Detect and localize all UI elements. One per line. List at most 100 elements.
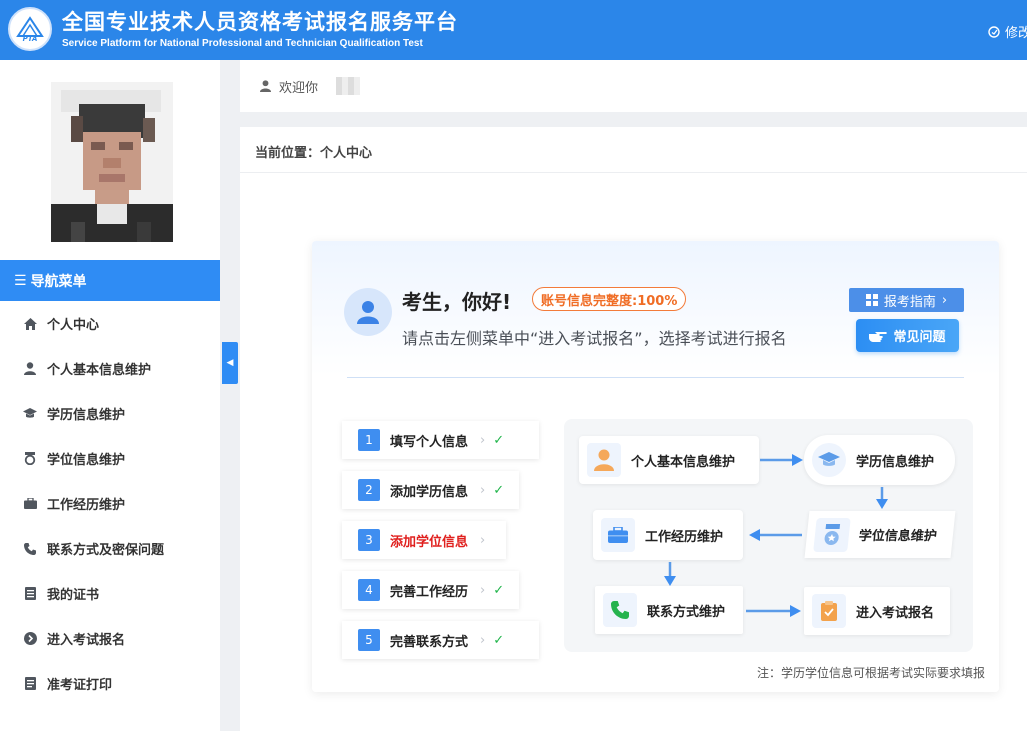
sidebar-item-work[interactable]: 工作经历维护 xyxy=(0,481,220,526)
sidebar-item-label: 我的证书 xyxy=(47,588,100,603)
caret-left-icon: ◀ xyxy=(226,358,234,368)
chevron-right-icon: › xyxy=(480,482,486,498)
chevron-right-icon: › xyxy=(480,432,486,448)
arrow-circle-icon xyxy=(23,632,37,646)
site-subtitle: Service Platform for National Profession… xyxy=(62,38,423,49)
sidebar-item-contact[interactable]: 联系方式及密保问题 xyxy=(0,526,220,571)
edit-label: 修改 xyxy=(1005,26,1027,41)
user-icon xyxy=(260,80,271,92)
flow-node-work[interactable]: 工作经历维护 xyxy=(593,510,743,560)
process-flow: 个人基本信息维护 学历信息维护 工作经历维护 学位信息维护 联系方式维护 进入考… xyxy=(564,419,973,652)
breadcrumb-divider xyxy=(240,172,1027,173)
flow-node-label: 个人基本信息维护 xyxy=(631,454,736,470)
chevron-right-icon: › xyxy=(941,292,948,308)
welcome-text: 欢迎你 xyxy=(279,80,319,96)
card-divider xyxy=(347,377,964,378)
sidebar-item-degree[interactable]: 学位信息维护 xyxy=(0,436,220,481)
exam-guide-label: 报考指南 xyxy=(883,294,936,310)
exam-guide-button[interactable]: 报考指南 › xyxy=(849,288,964,312)
step-item-2[interactable]: 2 添加学历信息 › ✓ xyxy=(342,471,519,509)
sidebar-item-education[interactable]: 学历信息维护 xyxy=(0,391,220,436)
arrow-down-icon xyxy=(876,487,888,509)
person-icon xyxy=(587,443,621,477)
arrow-down-icon xyxy=(664,562,676,586)
flow-node-label: 学位信息维护 xyxy=(858,529,938,544)
sidebar-item-label: 进入考试报名 xyxy=(47,633,126,648)
step-label: 添加学历信息 xyxy=(390,484,469,500)
flow-node-personal[interactable]: 个人基本信息维护 xyxy=(579,436,759,484)
pta-logo: PTA xyxy=(8,7,52,51)
sidebar-item-label: 联系方式及密保问题 xyxy=(47,543,165,558)
medal-icon xyxy=(813,517,851,552)
user-icon xyxy=(23,362,37,376)
sidebar-item-label: 工作经历维护 xyxy=(47,498,126,513)
sidebar-item-personal-center[interactable]: 个人中心 xyxy=(0,301,220,346)
user-name-redacted xyxy=(336,77,361,95)
graduation-cap-icon xyxy=(23,407,37,421)
step-label: 完善工作经历 xyxy=(390,584,469,600)
step-number: 2 xyxy=(358,479,380,501)
step-item-5[interactable]: 5 完善联系方式 › ✓ xyxy=(342,621,539,659)
sidebar-item-label: 准考证打印 xyxy=(47,678,113,693)
instruction-text: 请点击左侧菜单中“进入考试报名”，选择考试进行报名 xyxy=(402,329,787,348)
top-header: PTA 全国专业技术人员资格考试报名服务平台 Service Platform … xyxy=(0,0,1027,60)
avatar xyxy=(51,82,173,242)
nav-menu-header[interactable]: ☰ 导航菜单 xyxy=(0,260,220,301)
faq-button[interactable]: 常见问题 xyxy=(856,319,959,352)
clipboard-icon xyxy=(812,594,846,628)
check-icon: ✓ xyxy=(493,632,505,648)
medal-icon xyxy=(23,452,37,466)
breadcrumb: 当前位置：个人中心 xyxy=(255,146,373,161)
sidebar: ☰ 导航菜单 个人中心 个人基本信息维护 学历信息维护 学位信息维护 工作经历维… xyxy=(0,60,220,731)
chevron-right-icon: › xyxy=(480,582,486,598)
flow-node-contact[interactable]: 联系方式维护 xyxy=(595,586,743,634)
graduation-cap-icon xyxy=(812,443,846,477)
chevron-right-icon: › xyxy=(480,632,486,648)
sidebar-item-label: 学历信息维护 xyxy=(47,408,126,423)
print-icon xyxy=(23,677,37,691)
site-title: 全国专业技术人员资格考试报名服务平台 xyxy=(62,10,458,34)
sidebar-item-label: 个人中心 xyxy=(47,318,100,333)
flow-node-degree[interactable]: 学位信息维护 xyxy=(804,511,956,558)
flow-node-enter-registration[interactable]: 进入考试报名 xyxy=(804,587,950,635)
check-icon: ✓ xyxy=(493,582,505,598)
sidebar-item-certificates[interactable]: 我的证书 xyxy=(0,571,220,616)
welcome-card: 考生，你好! 账号信息完整度:100% 请点击左侧菜单中“进入考试报名”，选择考… xyxy=(312,241,999,692)
step-item-4[interactable]: 4 完善工作经历 › ✓ xyxy=(342,571,519,609)
step-number: 5 xyxy=(358,629,380,651)
sidebar-item-label: 学位信息维护 xyxy=(47,453,126,468)
arrow-left-icon xyxy=(749,529,802,541)
phone-icon xyxy=(23,542,37,556)
sidebar-item-admission-print[interactable]: 准考证打印 xyxy=(0,661,220,706)
menu-icon: ☰ xyxy=(14,272,27,289)
candidate-avatar-icon xyxy=(344,288,392,336)
arrow-right-icon xyxy=(746,605,801,617)
logo-text: PTA xyxy=(22,34,38,43)
flow-node-label: 工作经历维护 xyxy=(645,529,724,545)
sidebar-collapse-button[interactable]: ◀ xyxy=(222,342,238,384)
sidebar-item-basic-info[interactable]: 个人基本信息维护 xyxy=(0,346,220,391)
check-icon: ✓ xyxy=(493,432,505,448)
briefcase-icon xyxy=(23,497,37,511)
flow-node-label: 进入考试报名 xyxy=(856,605,935,621)
chevron-right-icon: › xyxy=(480,532,486,548)
edit-link[interactable]: 修改 xyxy=(988,22,1027,41)
edit-circle-icon xyxy=(988,25,1000,38)
certificate-icon xyxy=(23,587,37,601)
step-item-3[interactable]: 3 添加学位信息 › xyxy=(342,521,506,559)
nav-menu-title: 导航菜单 xyxy=(30,273,87,290)
step-label: 填写个人信息 xyxy=(390,434,469,450)
step-label: 添加学位信息 xyxy=(390,534,469,550)
flow-node-label: 联系方式维护 xyxy=(647,604,726,620)
arrow-right-icon xyxy=(760,454,803,466)
sidebar-item-enter-registration[interactable]: 进入考试报名 xyxy=(0,616,220,661)
step-item-1[interactable]: 1 填写个人信息 › ✓ xyxy=(342,421,539,459)
welcome-bar: 欢迎你 xyxy=(240,60,1027,112)
faq-label: 常见问题 xyxy=(893,330,946,345)
flow-node-education[interactable]: 学历信息维护 xyxy=(804,435,955,485)
check-icon: ✓ xyxy=(493,482,505,498)
hand-pointer-icon xyxy=(869,331,888,342)
grid-icon xyxy=(865,294,878,306)
step-number: 3 xyxy=(358,529,380,551)
step-label: 完善联系方式 xyxy=(390,634,469,650)
